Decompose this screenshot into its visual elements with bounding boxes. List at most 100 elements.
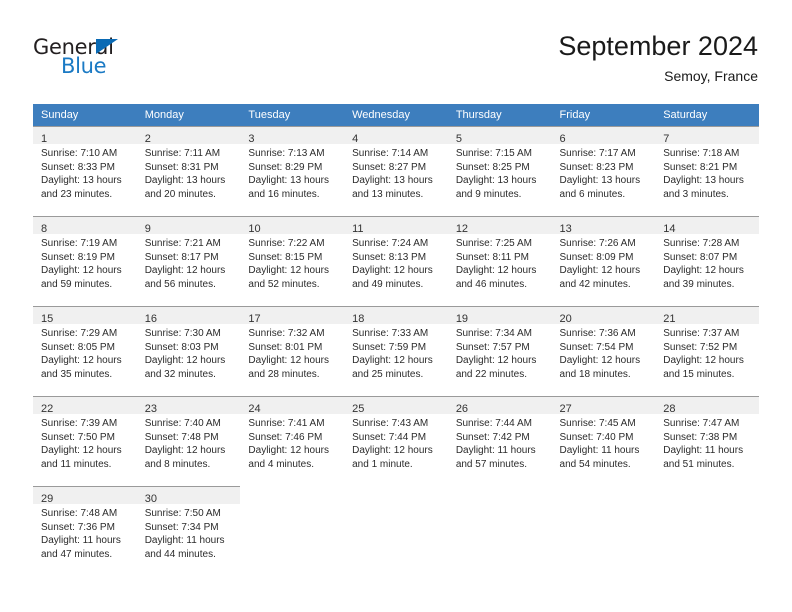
daylight-duration-line2: and 44 minutes.: [144, 548, 216, 560]
day-cell[interactable]: 8 Sunrise: 7:19 AM Sunset: 8:19 PM Daylight…: [33, 216, 137, 306]
day-cell[interactable]: 2 Sunrise: 7:11 AM Sunset: 8:31 PM Daylight…: [136, 126, 241, 216]
weekday-header-monday: Monday: [136, 104, 241, 126]
calendar-cell: 21 Sunrise: 7:37 AM Sunset: 7:52 PM Dayligh…: [655, 306, 759, 396]
day-cell[interactable]: 29 Sunrise: 7:48 AM Sunset: 7:36 PM Dayligh…: [33, 486, 137, 576]
daylight-duration-line2: and 13 minutes.: [352, 188, 424, 200]
calendar-page: General Blue September 2024 Semoy, Franc…: [0, 0, 792, 612]
day-cell[interactable]: 25 Sunrise: 7:43 AM Sunset: 7:44 PM Dayligh…: [344, 396, 448, 486]
day-cell[interactable]: 15 Sunrise: 7:29 AM Sunset: 8:05 PM Dayligh…: [33, 306, 137, 396]
calendar-cell: 25 Sunrise: 7:43 AM Sunset: 7:44 PM Dayligh…: [344, 396, 448, 486]
day-number-band: 23: [136, 397, 241, 415]
day-number: 4: [352, 133, 359, 145]
daylight-duration-line1: Daylight: 11 hours: [41, 535, 121, 546]
day-number: 13: [559, 223, 572, 235]
sunset-time: Sunset: 8:07 PM: [663, 251, 738, 263]
day-cell[interactable]: 4 Sunrise: 7:14 AM Sunset: 8:27 PM Daylight…: [344, 126, 448, 216]
daylight-duration-line2: and 6 minutes.: [559, 188, 626, 200]
weekday-header-sunday: Sunday: [33, 104, 137, 126]
day-cell[interactable]: 20 Sunrise: 7:36 AM Sunset: 7:54 PM Dayligh…: [551, 306, 656, 396]
day-number-band: 22: [33, 397, 137, 415]
day-cell[interactable]: 16 Sunrise: 7:30 AM Sunset: 8:03 PM Dayligh…: [136, 306, 241, 396]
daylight-duration-line1: Daylight: 12 hours: [248, 355, 330, 366]
daylight-duration-line2: and 20 minutes.: [144, 188, 216, 200]
day-cell[interactable]: 30 Sunrise: 7:50 AM Sunset: 7:34 PM Dayligh…: [136, 486, 241, 576]
sunrise-time: Sunrise: 7:41 AM: [248, 418, 325, 429]
sunrise-time: Sunrise: 7:24 AM: [352, 238, 429, 249]
day-cell[interactable]: 21 Sunrise: 7:37 AM Sunset: 7:52 PM Dayligh…: [655, 306, 759, 396]
day-cell[interactable]: 1 Sunrise: 7:10 AM Sunset: 8:33 PM Daylight…: [33, 126, 137, 216]
calendar-cell: [551, 486, 656, 576]
day-cell[interactable]: 14 Sunrise: 7:28 AM Sunset: 8:07 PM Dayligh…: [655, 216, 759, 306]
sunset-time: Sunset: 8:21 PM: [663, 161, 738, 173]
daylight-duration-line1: Daylight: 12 hours: [663, 265, 744, 276]
general-blue-logo[interactable]: General Blue: [33, 36, 153, 80]
day-cell[interactable]: 7 Sunrise: 7:18 AM Sunset: 8:21 PM Daylight…: [655, 126, 759, 216]
day-details: Sunrise: 7:44 AM Sunset: 7:42 PM Daylight:…: [448, 414, 552, 471]
day-cell[interactable]: 24 Sunrise: 7:41 AM Sunset: 7:46 PM Dayligh…: [240, 396, 345, 486]
calendar-cell: 27 Sunrise: 7:45 AM Sunset: 7:40 PM Dayligh…: [551, 396, 656, 486]
daylight-duration-line2: and 52 minutes.: [248, 278, 320, 290]
day-cell[interactable]: 6 Sunrise: 7:17 AM Sunset: 8:23 PM Daylight…: [551, 126, 656, 216]
sunset-time: Sunset: 8:09 PM: [559, 251, 634, 263]
day-number: 26: [455, 403, 469, 415]
day-details: Sunrise: 7:39 AM Sunset: 7:50 PM Daylight:…: [33, 414, 137, 471]
day-details: Sunrise: 7:37 AM Sunset: 7:52 PM Daylight:…: [655, 324, 759, 381]
sunset-time: Sunset: 8:17 PM: [144, 251, 219, 263]
day-cell[interactable]: 10 Sunrise: 7:22 AM Sunset: 8:15 PM Dayligh…: [240, 216, 345, 306]
day-cell[interactable]: 12 Sunrise: 7:25 AM Sunset: 8:11 PM Dayligh…: [447, 216, 552, 306]
calendar-cell: 16 Sunrise: 7:30 AM Sunset: 8:03 PM Dayligh…: [136, 306, 241, 396]
day-number-band: 5: [447, 127, 552, 145]
day-cell[interactable]: 19 Sunrise: 7:34 AM Sunset: 7:57 PM Dayligh…: [447, 306, 552, 396]
sunrise-time: Sunrise: 7:39 AM: [41, 418, 118, 429]
day-number: 9: [144, 223, 151, 235]
day-details: Sunrise: 7:32 AM Sunset: 8:01 PM Daylight:…: [240, 324, 344, 381]
day-cell[interactable]: 26 Sunrise: 7:44 AM Sunset: 7:42 PM Dayligh…: [447, 396, 552, 486]
daylight-duration-line1: Daylight: 11 hours: [663, 445, 744, 456]
daylight-duration-line1: Daylight: 11 hours: [455, 445, 536, 456]
day-cell[interactable]: 11 Sunrise: 7:24 AM Sunset: 8:13 PM Dayligh…: [344, 216, 448, 306]
day-details: Sunrise: 7:28 AM Sunset: 8:07 PM Daylight:…: [655, 234, 759, 291]
day-details: Sunrise: 7:18 AM Sunset: 8:21 PM Daylight:…: [655, 144, 759, 201]
daylight-duration-line2: and 25 minutes.: [352, 368, 424, 380]
day-cell[interactable]: 27 Sunrise: 7:45 AM Sunset: 7:40 PM Dayligh…: [551, 396, 656, 486]
calendar-cell: 5 Sunrise: 7:15 AM Sunset: 8:25 PM Daylight…: [447, 126, 552, 216]
sunrise-time: Sunrise: 7:26 AM: [559, 238, 636, 249]
day-number: 30: [144, 493, 157, 505]
daylight-duration-line1: Daylight: 12 hours: [352, 445, 433, 456]
sunset-time: Sunset: 8:03 PM: [144, 341, 219, 353]
sunset-time: Sunset: 8:23 PM: [559, 161, 634, 173]
calendar-cell: 17 Sunrise: 7:32 AM Sunset: 8:01 PM Dayligh…: [240, 306, 345, 396]
day-cell[interactable]: 3 Sunrise: 7:13 AM Sunset: 8:29 PM Daylight…: [240, 126, 345, 216]
day-number-band: 1: [33, 127, 137, 145]
weekday-header-wednesday: Wednesday: [344, 104, 448, 126]
day-cell[interactable]: 13 Sunrise: 7:26 AM Sunset: 8:09 PM Dayligh…: [551, 216, 656, 306]
sunrise-time: Sunrise: 7:21 AM: [144, 238, 221, 249]
empty-day-cell: [240, 486, 345, 576]
calendar-cell: 10 Sunrise: 7:22 AM Sunset: 8:15 PM Dayligh…: [240, 216, 345, 306]
daylight-duration-line1: Daylight: 12 hours: [455, 265, 537, 276]
daylight-duration-line1: Daylight: 12 hours: [559, 355, 641, 366]
daylight-duration-line2: and 51 minutes.: [663, 458, 735, 470]
daylight-duration-line2: and 3 minutes.: [663, 188, 729, 200]
sunrise-time: Sunrise: 7:19 AM: [41, 238, 118, 249]
daylight-duration-line2: and 46 minutes.: [455, 278, 527, 290]
day-cell[interactable]: 9 Sunrise: 7:21 AM Sunset: 8:17 PM Daylight…: [136, 216, 241, 306]
day-number-band: 3: [240, 127, 345, 145]
day-cell[interactable]: 28 Sunrise: 7:47 AM Sunset: 7:38 PM Dayligh…: [655, 396, 759, 486]
day-details: Sunrise: 7:22 AM Sunset: 8:15 PM Daylight:…: [240, 234, 344, 291]
daylight-duration-line2: and 57 minutes.: [455, 458, 527, 470]
day-cell[interactable]: 18 Sunrise: 7:33 AM Sunset: 7:59 PM Dayligh…: [344, 306, 448, 396]
daylight-duration-line1: Daylight: 12 hours: [352, 355, 433, 366]
day-cell[interactable]: 17 Sunrise: 7:32 AM Sunset: 8:01 PM Dayligh…: [240, 306, 345, 396]
daylight-duration-line2: and 1 minute.: [352, 458, 413, 470]
day-cell[interactable]: 23 Sunrise: 7:40 AM Sunset: 7:48 PM Dayligh…: [136, 396, 241, 486]
day-cell[interactable]: 5 Sunrise: 7:15 AM Sunset: 8:25 PM Daylight…: [447, 126, 552, 216]
calendar-cell: 28 Sunrise: 7:47 AM Sunset: 7:38 PM Dayligh…: [655, 396, 759, 486]
day-cell[interactable]: 22 Sunrise: 7:39 AM Sunset: 7:50 PM Dayligh…: [33, 396, 137, 486]
day-details: Sunrise: 7:25 AM Sunset: 8:11 PM Daylight:…: [448, 234, 552, 291]
weekday-header-row: Sunday Monday Tuesday Wednesday Thursday…: [33, 104, 759, 126]
day-number-band: 17: [240, 307, 345, 325]
day-details: Sunrise: 7:29 AM Sunset: 8:05 PM Daylight:…: [33, 324, 137, 381]
day-details: Sunrise: 7:30 AM Sunset: 8:03 PM Daylight:…: [137, 324, 241, 381]
daylight-duration-line2: and 54 minutes.: [559, 458, 631, 470]
